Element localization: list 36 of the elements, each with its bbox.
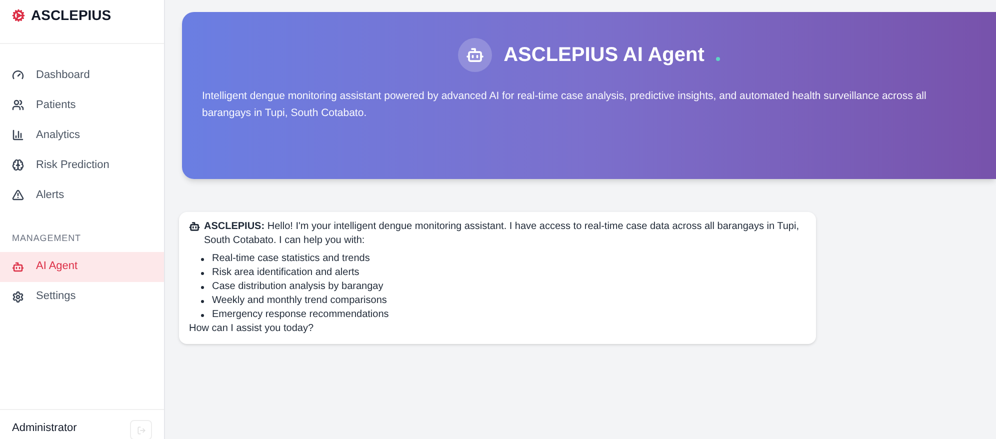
nav-item[interactable]: Analytics [0, 120, 164, 150]
logo-icon [12, 9, 25, 22]
nav-item[interactable]: Alerts [0, 180, 164, 210]
section-label: MANAGEMENT [11, 232, 82, 245]
robot-icon [466, 46, 484, 64]
robot-icon [12, 260, 24, 272]
nav-item[interactable]: Settings [0, 282, 164, 312]
users-icon [12, 99, 24, 111]
banner-description: Intelligent dengue monitoring assistant powered by advanced AI for real-time case analysis, predictive insights, and automated health surveillance across all barangays in Tupi, South Cotabato. [202, 89, 928, 121]
list-item: Case distribution analysis by barangay [212, 280, 384, 294]
bullet-icon [201, 300, 204, 302]
warning-icon [12, 189, 24, 201]
nav-item[interactable]: AI Agent [0, 252, 164, 282]
bullet-icon [201, 314, 204, 316]
gears-icon [12, 290, 24, 302]
logout-button[interactable] [130, 420, 152, 439]
list-item: Real-time case statistics and trends [212, 252, 370, 266]
list-item: Weekly and monthly trend comparisons [212, 294, 387, 308]
gauge-icon [12, 69, 24, 81]
logout-icon [136, 426, 146, 434]
message-text: ASCLEPIUS: Hello! I'm your intelligent dengue monitoring assistant. I have access to real-time case data across all barangays in Tupi, South Cotabato. I can help you with: [204, 220, 800, 248]
list-item: Emergency response recommendations [212, 308, 389, 322]
nav-item[interactable]: Patients [0, 90, 164, 120]
bullet-icon [201, 272, 204, 274]
banner-title: ASCLEPIUS AI Agent [504, 43, 704, 68]
chart-icon [12, 129, 24, 141]
brand-name: ASCLEPIUS [31, 6, 112, 25]
user-name: Administrator [12, 421, 77, 436]
message-text: How can I assist you today? [189, 322, 315, 336]
robot-icon [189, 221, 200, 232]
bullet-icon [201, 258, 204, 260]
list-item: Risk area identification and alerts [212, 266, 360, 280]
nav-item[interactable]: Dashboard [0, 60, 164, 90]
brain-icon [12, 159, 24, 171]
bullet-icon [201, 286, 204, 288]
nav-item[interactable]: Risk Prediction [0, 150, 164, 180]
